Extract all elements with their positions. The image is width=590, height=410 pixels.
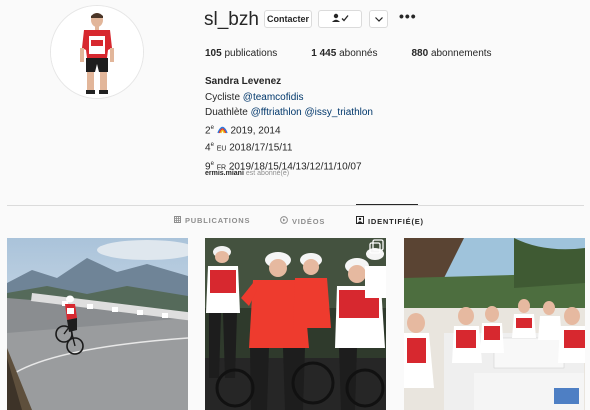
- bio-text: Cycliste: [205, 91, 243, 103]
- post-thumbnail[interactable]: [205, 238, 386, 410]
- bio-line-4: 4e EU 2018/17/15/11: [205, 138, 373, 157]
- followers-stat[interactable]: 1 445 abonnés: [311, 48, 377, 59]
- tab-publications[interactable]: PUBLICATIONS: [174, 216, 250, 225]
- profile-username: sl_bzh: [204, 9, 259, 30]
- posts-label: publications: [224, 48, 278, 59]
- profile-avatar[interactable]: [50, 5, 144, 99]
- followed-by-user: ermis.miani: [205, 170, 244, 177]
- tab-tagged-label: IDENTIFIÉ(E): [368, 216, 424, 226]
- followers-count: 1 445: [311, 48, 337, 59]
- person-check-icon: [330, 13, 350, 25]
- contact-button[interactable]: Contacter: [264, 10, 312, 28]
- tab-videos[interactable]: VIDÉOS: [280, 216, 325, 226]
- following-button[interactable]: [318, 10, 362, 28]
- posts-count: 105: [205, 48, 222, 59]
- tab-videos-label: VIDÉOS: [292, 216, 326, 226]
- rainbow-jersey-icon: [217, 125, 231, 136]
- bio-text: Duathlète: [205, 107, 251, 118]
- more-horizontal-icon: •••: [399, 8, 417, 24]
- followed-by-suffix: est abonné(e): [245, 170, 290, 177]
- profile-bio: Sandra Levenez Cycliste @teamcofidis Dua…: [205, 74, 373, 176]
- mention-link[interactable]: @issy_triathlon: [304, 107, 373, 118]
- post-thumbnail[interactable]: [7, 238, 188, 410]
- grid-icon: [174, 216, 181, 225]
- posts-stat: 105 publications: [205, 48, 277, 59]
- bio-superscript: e: [210, 124, 214, 131]
- tab-publications-label: PUBLICATIONS: [185, 216, 251, 225]
- bio-text: 2018/17/15/11: [229, 142, 293, 154]
- following-stat[interactable]: 880 abonnements: [411, 48, 491, 59]
- tab-tagged[interactable]: IDENTIFIÉ(E): [356, 216, 424, 226]
- bio-line-2: Duathlète @fftriathlon @issy_triathlon: [205, 105, 373, 121]
- following-label: abonnements: [430, 48, 492, 59]
- more-options-button[interactable]: •••: [399, 8, 417, 24]
- chevron-down-icon: [374, 14, 383, 24]
- profile-stats: 105 publications 1 445 abonnés 880 abonn…: [205, 48, 526, 59]
- bio-line-1: Cycliste @teamcofidis: [205, 90, 373, 106]
- bio-text: 2019, 2014: [230, 124, 281, 136]
- following-count: 880: [411, 48, 429, 59]
- followed-by[interactable]: ermis.miani est abonné(e): [205, 170, 289, 177]
- bio-region: EU: [216, 145, 227, 153]
- bio-superscript: e: [210, 142, 214, 149]
- active-tab-indicator: [356, 204, 418, 205]
- tabs-divider: [7, 205, 584, 206]
- followers-label: abonnés: [339, 48, 378, 59]
- mention-link[interactable]: @teamcofidis: [243, 92, 304, 103]
- suggestions-toggle-button[interactable]: [369, 10, 388, 28]
- mention-link[interactable]: @fftriathlon: [251, 107, 302, 118]
- video-icon: [280, 216, 288, 226]
- bio-line-3: 2e 2019, 2014: [205, 121, 373, 139]
- profile-full-name: Sandra Levenez: [205, 76, 282, 87]
- post-thumbnail[interactable]: [404, 238, 585, 410]
- tagged-icon: [356, 216, 364, 226]
- bio-superscript: e: [210, 161, 214, 168]
